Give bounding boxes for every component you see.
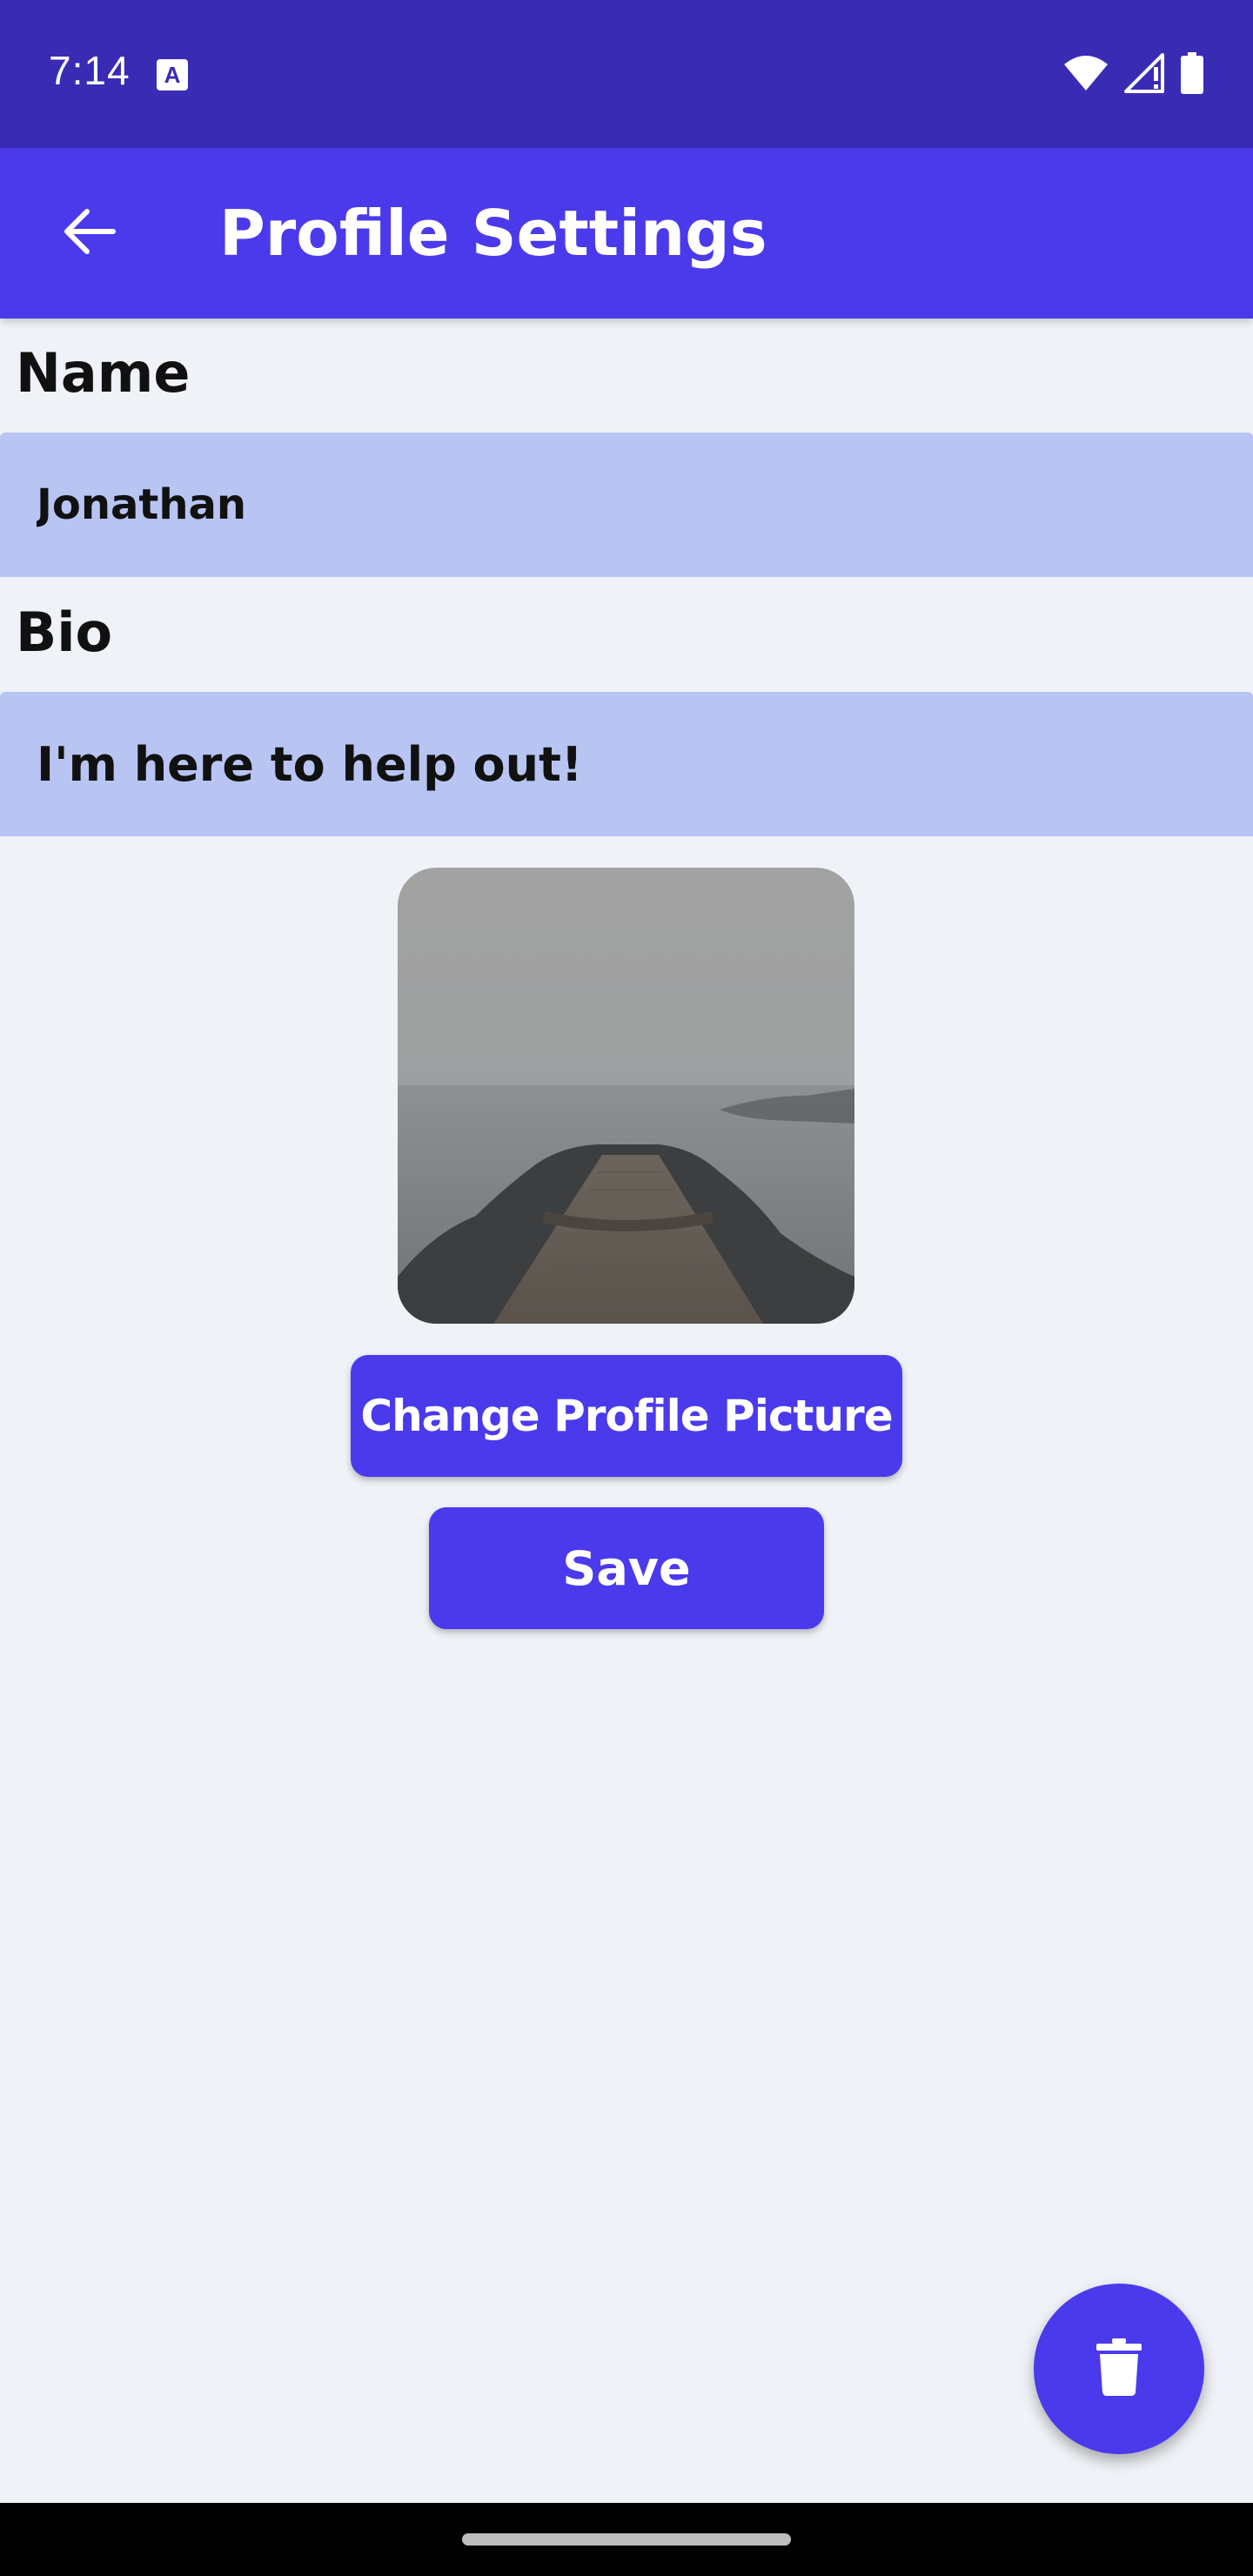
name-field[interactable] [0, 433, 1253, 577]
trash-icon [1096, 2338, 1142, 2399]
status-icons [1063, 50, 1204, 99]
bio-field[interactable] [0, 692, 1253, 836]
battery-icon [1180, 52, 1204, 97]
wifi-icon [1063, 54, 1109, 96]
status-time: 7:14 [49, 48, 131, 93]
delete-button[interactable] [1034, 2284, 1204, 2454]
keyboard-indicator-icon: A [157, 59, 188, 91]
app-bar: Profile Settings [0, 148, 1253, 319]
bio-label: Bio [16, 600, 113, 664]
status-bar: 7:14 A [0, 0, 1253, 148]
back-button[interactable] [45, 190, 132, 277]
signal-icon [1124, 53, 1164, 97]
name-label: Name [16, 341, 191, 405]
navigation-bar [0, 2503, 1253, 2576]
profile-picture [398, 868, 854, 1324]
save-button[interactable]: Save [429, 1507, 824, 1629]
arrow-back-icon [61, 207, 117, 259]
home-handle[interactable] [462, 2533, 791, 2546]
change-profile-picture-button[interactable]: Change Profile Picture [351, 1355, 902, 1477]
page-title: Profile Settings [219, 197, 767, 270]
